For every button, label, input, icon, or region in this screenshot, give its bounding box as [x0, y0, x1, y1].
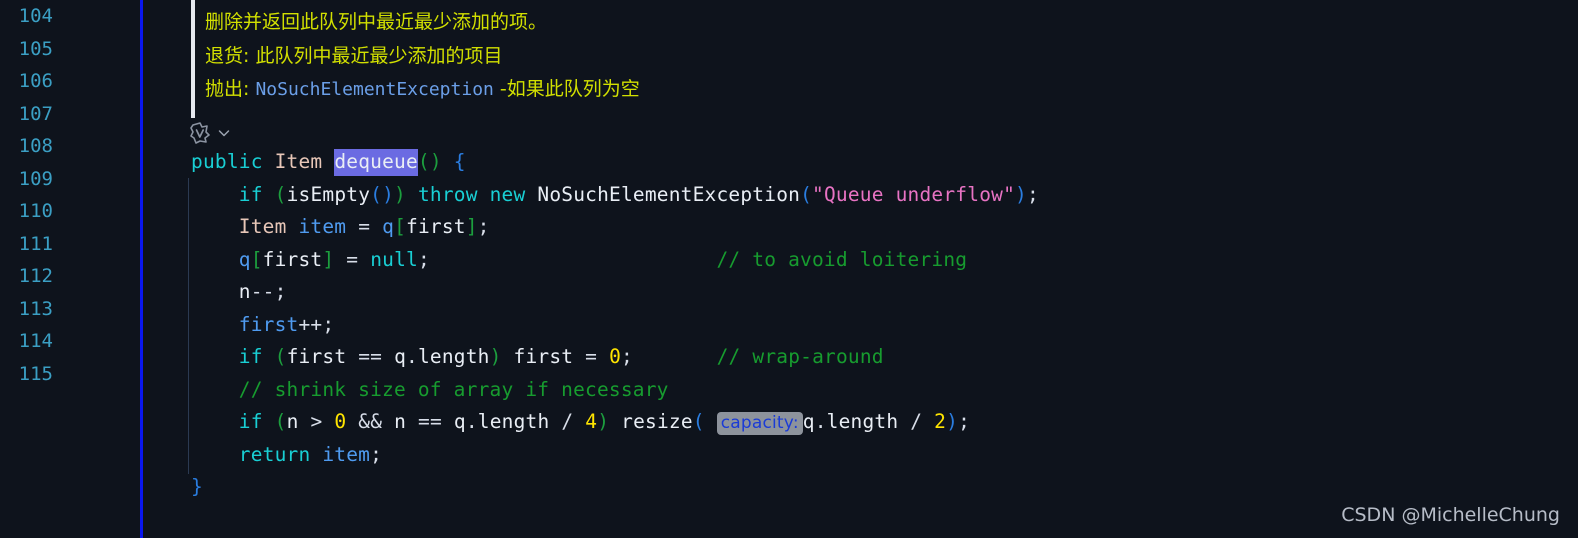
keyword-if: if	[238, 410, 263, 433]
javadoc-throws-row: 抛出: NoSuchElementException -如果此队列为空	[205, 73, 1405, 106]
call-resize: resize	[621, 410, 693, 433]
var-first: first	[406, 215, 466, 238]
line-number[interactable]: 111	[0, 228, 140, 261]
keyword-return: return	[238, 442, 311, 466]
number-2: 2	[934, 410, 947, 433]
code-line-104[interactable]: public Item dequeue() {	[143, 146, 1578, 179]
javadoc-left-border	[191, 0, 195, 118]
var-q: q	[382, 215, 395, 238]
var-item: item	[298, 215, 347, 238]
chevron-down-icon[interactable]	[216, 125, 232, 141]
code-content-area[interactable]: 删除并返回此队列中最近最少添加的项。 退货: 此队列中最近最少添加的项目 抛出:…	[143, 0, 1578, 538]
line-number[interactable]: 113	[0, 293, 140, 326]
javadoc-returns-row: 退货: 此队列中最近最少添加的项目	[205, 40, 1405, 73]
keyword-public: public	[191, 150, 263, 173]
var-q: q	[238, 247, 251, 271]
code-line-107[interactable]: q[first] = null; // to avoid loitering	[143, 244, 1578, 277]
selected-token-dequeue[interactable]: dequeue	[334, 149, 418, 176]
prop-length: length	[477, 410, 550, 433]
code-line-108[interactable]: n--;	[143, 276, 1578, 309]
line-number[interactable]: 109	[0, 163, 140, 196]
javadoc-throws-type: NoSuchElementException	[255, 78, 494, 100]
javadoc-block: 删除并返回此队列中最近最少添加的项。 退货: 此队列中最近最少添加的项目 抛出:…	[205, 0, 1405, 105]
code-lines[interactable]: public Item dequeue() { if (isEmpty()) t…	[143, 146, 1578, 536]
comment-loitering: // to avoid loitering	[716, 247, 968, 271]
var-first: first	[286, 345, 347, 368]
type-item: Item	[274, 150, 323, 173]
javadoc-returns-text: 此队列中最近最少添加的项目	[255, 45, 503, 67]
line-number[interactable]: 112	[0, 260, 140, 293]
var-n: n	[394, 410, 407, 433]
code-line-105[interactable]: if (isEmpty()) throw new NoSuchElementEx…	[143, 179, 1578, 212]
line-number[interactable]: 115	[0, 358, 140, 391]
line-number[interactable]: 106	[0, 65, 140, 98]
code-line-106[interactable]: Item item = q[first];	[143, 211, 1578, 244]
keyword-null: null	[370, 247, 418, 271]
type-item: Item	[238, 215, 287, 238]
watermark: CSDN @MichelleChung	[1341, 504, 1560, 526]
keyword-if: if	[238, 182, 263, 206]
var-n: n	[286, 410, 299, 433]
code-line-112[interactable]: if (n > 0 && n == q.length / 4) resize( …	[143, 406, 1578, 439]
string-queue-underflow: "Queue underflow"	[812, 182, 1016, 206]
javadoc-throws-text: -如果此队列为空	[499, 77, 640, 100]
var-first: first	[262, 247, 323, 271]
var-first: first	[238, 312, 299, 336]
javadoc-summary: 删除并返回此队列中最近最少添加的项。	[205, 11, 548, 33]
keyword-new: new	[489, 182, 526, 206]
line-number[interactable]: 105	[0, 33, 140, 66]
class-nosuchelementexception: NoSuchElementException	[537, 182, 801, 206]
var-item: item	[322, 442, 371, 466]
code-line-110[interactable]: if (first == q.length) first = 0; // wra…	[143, 341, 1578, 374]
var-first: first	[513, 345, 574, 368]
line-number[interactable]: 108	[0, 130, 140, 163]
keyword-throw: throw	[417, 182, 478, 206]
var-q: q	[394, 345, 407, 368]
line-number-column: 104 105 106 107 108 109 110 111 112 113 …	[0, 0, 140, 390]
line-number[interactable]: 104	[0, 0, 140, 33]
inlay-hint-capacity[interactable]: capacity:	[716, 412, 803, 435]
code-lens-row[interactable]	[188, 118, 232, 148]
code-lens-icon[interactable]	[188, 121, 212, 145]
var-q: q	[802, 410, 815, 433]
comment-wrap-around: // wrap-around	[716, 345, 884, 368]
prop-length: length	[417, 345, 490, 368]
line-number[interactable]: 107	[0, 98, 140, 131]
var-q: q	[453, 410, 466, 433]
line-number[interactable]: 110	[0, 195, 140, 228]
number-0: 0	[609, 345, 622, 368]
call-isempty: isEmpty	[286, 182, 371, 206]
keyword-if: if	[238, 345, 263, 368]
editor-gutter: 104 105 106 107 108 109 110 111 112 113 …	[0, 0, 140, 538]
code-line-109[interactable]: first++;	[143, 309, 1578, 342]
code-line-114[interactable]: }	[143, 471, 1578, 504]
number-0: 0	[334, 410, 347, 433]
code-editor: 104 105 106 107 108 109 110 111 112 113 …	[0, 0, 1578, 538]
code-line-111[interactable]: // shrink size of array if necessary	[143, 374, 1578, 407]
var-n: n	[238, 280, 251, 303]
code-line-113[interactable]: return item;	[143, 439, 1578, 472]
comment-shrink: // shrink size of array if necessary	[238, 377, 669, 401]
javadoc-returns-label: 退货:	[205, 45, 250, 67]
prop-length: length	[826, 410, 899, 433]
line-number[interactable]: 114	[0, 325, 140, 358]
javadoc-throws-label: 抛出:	[205, 77, 250, 100]
number-4: 4	[585, 410, 598, 433]
